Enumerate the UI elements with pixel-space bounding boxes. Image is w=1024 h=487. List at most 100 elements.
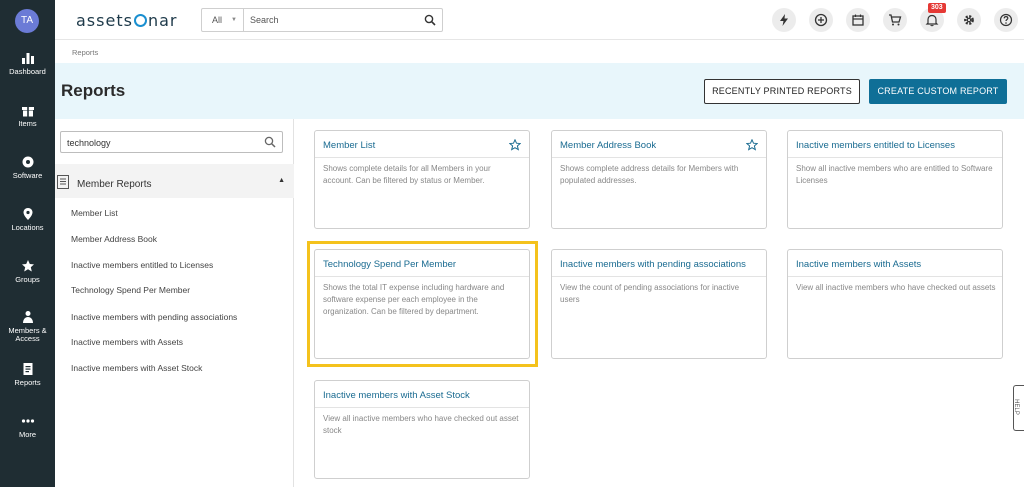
report-sidebar: Member Reports ▲ Member List Member Addr… [55,119,294,487]
report-group-member-reports[interactable]: Member Reports ▲ [55,164,294,198]
global-search: All ▼ [201,8,443,32]
report-card-description: Shows complete address details for Membe… [560,164,739,185]
sidebar-item-inactive-licenses[interactable]: Inactive members entitled to Licenses [71,260,213,270]
more-icon [21,419,34,423]
report-document-icon [57,175,69,189]
nav-label: Access [15,334,40,343]
cart-icon [889,14,902,26]
nav-item-software[interactable]: Software [0,155,55,180]
search-icon[interactable] [424,14,436,26]
help-tab[interactable]: HELP [1013,385,1024,431]
lightning-icon [780,14,788,26]
star-icon[interactable] [509,139,521,151]
card-divider [552,157,766,158]
logo[interactable]: assets nar [76,11,177,30]
report-card-title[interactable]: Inactive members with Assets [796,259,921,270]
add-button[interactable] [809,8,833,32]
report-card-title[interactable]: Member Address Book [560,140,656,151]
calendar-button[interactable] [846,8,870,32]
report-card-member-list[interactable]: Member List Shows complete details for a… [314,130,530,229]
gear-icon [964,15,974,25]
sidebar-item-inactive-asset-stock[interactable]: Inactive members with Asset Stock [71,363,202,373]
report-card-title[interactable]: Inactive members with Asset Stock [323,390,470,401]
search-scope-select[interactable]: All ▼ [202,9,244,31]
help-button[interactable] [994,8,1018,32]
card-divider [552,276,766,277]
report-card-description: View all inactive members who have check… [796,283,996,292]
help-tab-label: HELP [1012,399,1019,415]
report-filter [60,131,283,153]
report-card-title[interactable]: Inactive members with pending associatio… [560,259,746,270]
nav-label: Reports [14,378,41,387]
report-card-inactive-pending[interactable]: Inactive members with pending associatio… [551,249,767,359]
notification-count-badge: 303 [928,3,946,13]
search-input[interactable] [250,12,400,28]
nav-item-items[interactable]: Items [0,103,55,128]
logo-text-right: nar [147,11,178,30]
page-header: Reports RECENTLY PRINTED REPORTS CREATE … [55,63,1024,119]
card-divider [315,407,529,408]
chevron-down-icon: ▼ [231,17,237,23]
question-icon [999,13,1013,27]
report-card-inactive-licenses[interactable]: Inactive members entitled to Licenses Sh… [787,130,1003,229]
nav-item-dashboard[interactable]: Dashboard [0,51,55,76]
nav-label: Items [18,119,37,128]
reports-icon [23,363,32,375]
nav-label: Dashboard [9,67,46,76]
nav-item-more[interactable]: More [0,414,55,439]
dashboard-icon [21,53,34,64]
report-card-inactive-assets[interactable]: Inactive members with Assets View all in… [787,249,1003,359]
card-divider [788,157,1002,158]
report-card-title[interactable]: Member List [323,140,375,151]
sidebar-item-inactive-assets[interactable]: Inactive members with Assets [71,337,183,347]
groups-icon [21,260,34,272]
nav-item-members-access[interactable]: Members & Access [0,310,55,343]
report-card-description: View the count of pending associations f… [560,283,740,304]
calendar-icon [852,14,864,26]
top-bar: assets nar All ▼ 303 [55,0,1024,40]
star-icon[interactable] [746,139,758,151]
sidebar-item-member-address-book[interactable]: Member Address Book [71,234,157,244]
report-card-member-address-book[interactable]: Member Address Book Shows complete addre… [551,130,767,229]
nav-item-reports[interactable]: Reports [0,362,55,387]
nav-label: Software [12,171,43,180]
bell-icon [925,14,939,27]
plus-circle-icon [814,13,828,27]
software-icon [22,156,33,168]
logo-sonar-icon [133,14,147,27]
cart-button[interactable] [883,8,907,32]
nav-item-groups[interactable]: Groups [0,259,55,284]
gift-icon [21,107,34,117]
search-icon[interactable] [264,136,276,148]
card-divider [315,157,529,158]
page-title: Reports [61,81,126,100]
sidebar-item-technology-spend[interactable]: Technology Spend Per Member [71,285,190,295]
report-search-input[interactable] [67,135,257,150]
settings-button[interactable] [957,8,981,32]
breadcrumb[interactable]: Reports [72,48,98,57]
map-pin-icon [23,208,32,220]
members-icon [22,311,33,323]
nav-label: Locations [11,223,44,232]
highlight-frame [307,241,538,367]
avatar[interactable]: TA [15,9,39,33]
card-divider [788,276,1002,277]
sidebar-item-inactive-pending[interactable]: Inactive members with pending associatio… [71,312,237,322]
report-group-label: Member Reports [77,179,152,190]
nav-label: Groups [15,275,40,284]
recently-printed-reports-button[interactable]: RECENTLY PRINTED REPORTS [704,79,860,104]
report-card-description: Shows complete details for all Members i… [323,164,491,185]
search-scope-label: All [212,15,223,25]
report-card-description: Show all inactive members who are entitl… [796,164,993,185]
nav-label: More [18,430,37,439]
quick-action-button[interactable] [772,8,796,32]
report-card-inactive-asset-stock[interactable]: Inactive members with Asset Stock View a… [314,380,530,479]
logo-text-left: assets [76,11,133,30]
create-custom-report-button[interactable]: CREATE CUSTOM REPORT [869,79,1007,104]
nav-item-locations[interactable]: Locations [0,207,55,232]
chevron-up-icon[interactable]: ▲ [278,177,285,184]
report-card-description: View all inactive members who have check… [323,414,519,435]
sidebar-item-member-list[interactable]: Member List [71,208,118,218]
left-nav: TA Dashboard Items Software Locations Gr… [0,0,55,487]
report-card-title[interactable]: Inactive members entitled to Licenses [796,140,955,151]
